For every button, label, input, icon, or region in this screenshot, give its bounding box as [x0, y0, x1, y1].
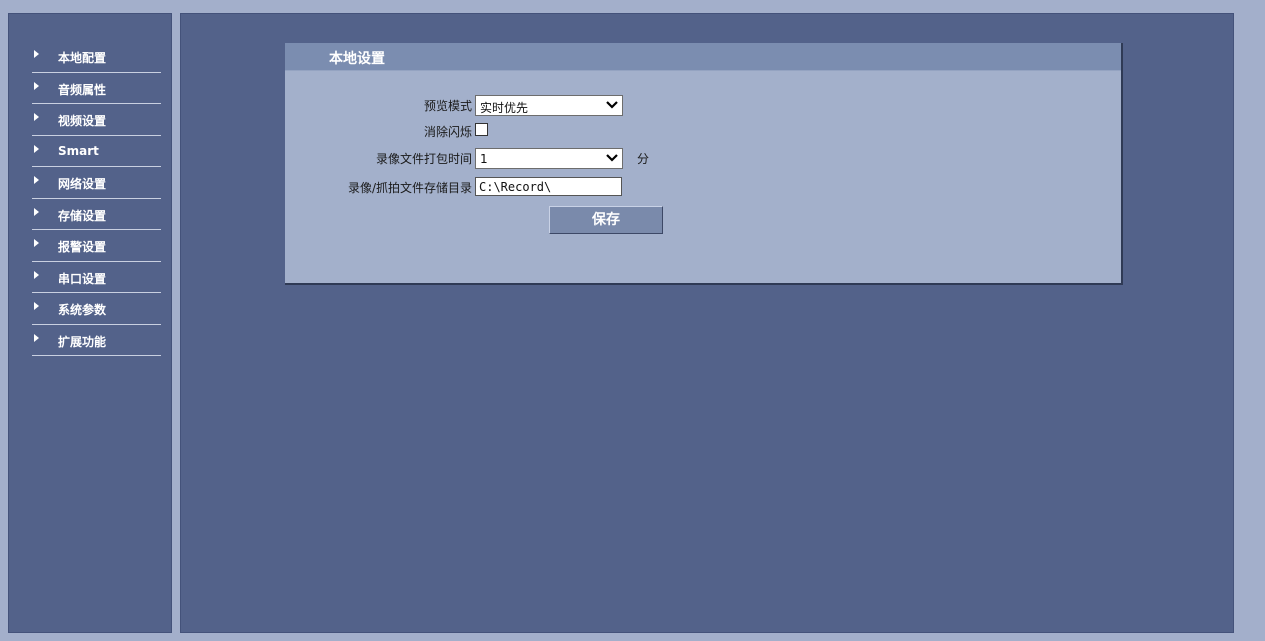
sidebar-item-label: 网络设置: [58, 177, 107, 191]
preview-mode-value: 实时优先: [480, 101, 529, 115]
preview-mode-label: 预览模式: [423, 99, 472, 113]
sidebar-item-alarm[interactable]: 报警设置: [32, 230, 161, 262]
minute-unit-label: 分: [637, 152, 650, 166]
chevron-down-icon: [606, 154, 618, 162]
sidebar-item-audio[interactable]: 音频属性: [32, 73, 161, 104]
sidebar-item-label: 扩展功能: [58, 334, 107, 349]
sidebar-item-serial[interactable]: 串口设置: [32, 262, 161, 293]
caret-right-icon: [34, 50, 39, 58]
record-pack-time-label: 录像文件打包时间: [375, 152, 472, 166]
sidebar-item-label: 系统参数: [58, 303, 107, 317]
caret-right-icon: [34, 333, 39, 342]
record-pack-time-value: 1: [480, 152, 488, 166]
sidebar-item-storage[interactable]: 存储设置: [32, 199, 161, 230]
preview-mode-row: 预览模式 实时优先: [285, 94, 1123, 116]
record-pack-time-select[interactable]: 1: [475, 148, 623, 169]
storage-dir-input[interactable]: [475, 177, 622, 196]
panel-title: 本地设置: [329, 51, 385, 67]
caret-right-icon: [34, 207, 39, 216]
preview-mode-select[interactable]: 实时优先: [475, 95, 623, 116]
sidebar-item-label: 本地配置: [58, 51, 107, 65]
sidebar-item-label: 报警设置: [58, 240, 107, 254]
storage-dir-row: 录像/抓拍文件存储目录: [285, 176, 1123, 198]
sidebar-item-label: Smart: [58, 143, 99, 158]
caret-right-icon: [34, 302, 39, 310]
sidebar-item-extension[interactable]: 扩展功能: [32, 325, 161, 356]
caret-right-icon: [34, 81, 39, 90]
sidebar-item-smart[interactable]: Smart: [32, 136, 161, 167]
save-button[interactable]: 保存: [549, 206, 663, 234]
page: 本地配置 音频属性 视频设置 Smart 网络设置 存储设置 报警设置 串口设置…: [0, 0, 1265, 641]
caret-right-icon: [34, 239, 39, 247]
panel-header: 本地设置: [285, 43, 1121, 71]
caret-right-icon: [34, 176, 39, 184]
chevron-down-icon: [606, 101, 618, 109]
storage-dir-label: 录像/抓拍文件存储目录: [347, 181, 472, 195]
sidebar-item-label: 音频属性: [58, 82, 107, 97]
anti-flicker-row: 消除闪烁: [285, 120, 1123, 142]
right-margin: [1234, 13, 1265, 633]
sidebar-item-label: 串口设置: [58, 271, 107, 286]
sidebar-item-label: 存储设置: [58, 208, 107, 223]
record-pack-time-row: 录像文件打包时间 1 分: [285, 147, 1123, 169]
main-content: 本地设置 预览模式 实时优先 消除闪烁 录像文件打包时间 1 分 录像/抓拍文件…: [180, 13, 1234, 633]
sidebar-item-video[interactable]: 视频设置: [32, 104, 161, 136]
caret-right-icon: [34, 113, 39, 121]
anti-flicker-checkbox[interactable]: [475, 123, 488, 136]
sidebar-item-label: 视频设置: [58, 114, 107, 128]
sidebar-item-local-config[interactable]: 本地配置: [32, 41, 161, 73]
anti-flicker-label: 消除闪烁: [423, 125, 472, 139]
sidebar: 本地配置 音频属性 视频设置 Smart 网络设置 存储设置 报警设置 串口设置…: [8, 13, 172, 633]
sidebar-menu: 本地配置 音频属性 视频设置 Smart 网络设置 存储设置 报警设置 串口设置…: [9, 41, 173, 356]
caret-right-icon: [34, 270, 39, 279]
sidebar-item-network[interactable]: 网络设置: [32, 167, 161, 199]
caret-right-icon: [34, 144, 39, 153]
local-settings-panel: 本地设置 预览模式 实时优先 消除闪烁 录像文件打包时间 1 分 录像/抓拍文件…: [285, 43, 1123, 285]
sidebar-item-system[interactable]: 系统参数: [32, 293, 161, 325]
